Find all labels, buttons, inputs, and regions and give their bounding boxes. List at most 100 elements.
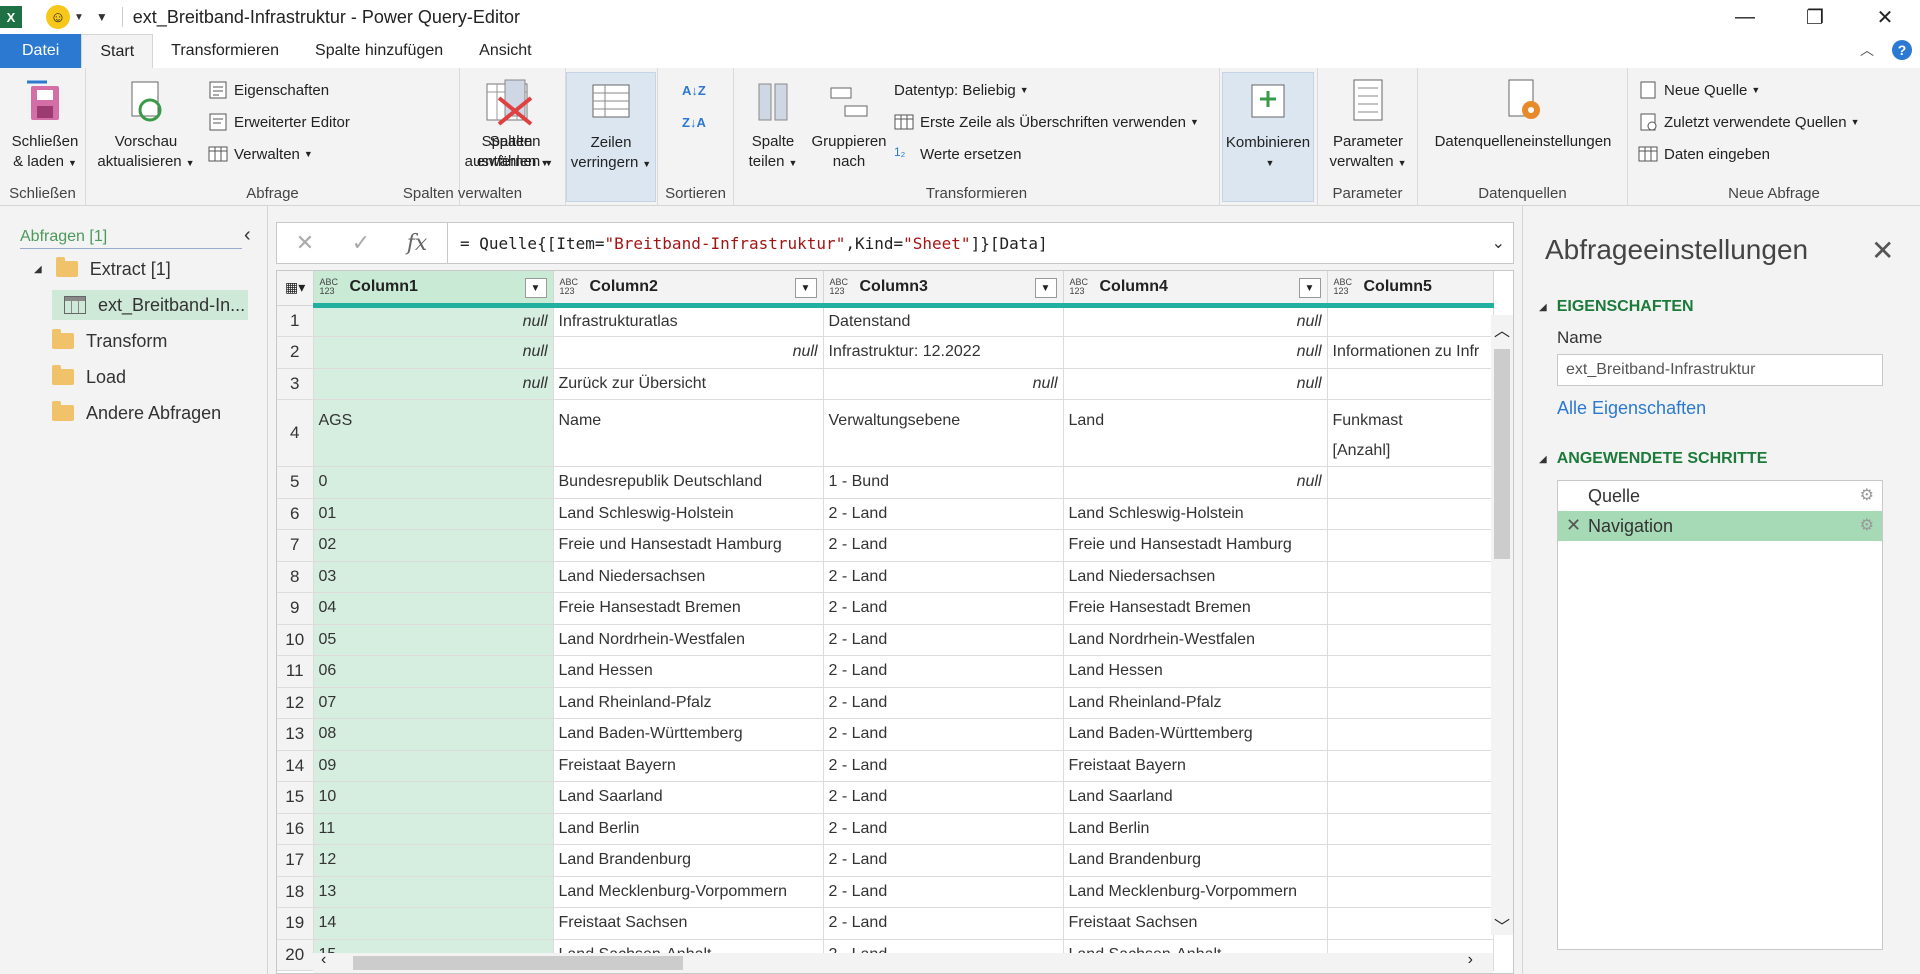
close-button[interactable]: ✕ <box>1850 0 1920 34</box>
properties-button[interactable]: Eigenschaften <box>208 78 329 102</box>
table-cell[interactable]: Land Hessen <box>553 655 824 688</box>
table-cell[interactable]: 01 <box>313 498 554 530</box>
type-any-icon[interactable]: ABC 123 <box>1070 278 1089 296</box>
row-number[interactable]: 12 <box>277 687 314 719</box>
datatype-dropdown[interactable]: Datentyp: Beliebig ▼ <box>894 78 1029 102</box>
row-number[interactable]: 4 <box>277 399 314 467</box>
manage-button[interactable]: Verwalten ▼ <box>208 142 313 166</box>
type-any-icon[interactable]: ABC 123 <box>830 278 849 296</box>
all-properties-link[interactable]: Alle Eigenschaften <box>1557 398 1706 419</box>
step-quelle[interactable]: Quelle ⚙ <box>1558 481 1882 511</box>
combine-button[interactable]: Kombinieren ▼ <box>1222 72 1314 202</box>
table-cell[interactable]: 2 - Land <box>823 907 1064 940</box>
table-cell[interactable]: Bundesrepublik Deutschland <box>553 466 824 499</box>
table-cell[interactable]: Land Mecklenburg-Vorpommern <box>553 876 824 908</box>
table-cell[interactable]: 06 <box>313 655 554 688</box>
query-item-ext-breitband[interactable]: ext_Breitband-In... <box>52 290 248 320</box>
scroll-thumb[interactable] <box>1494 349 1510 559</box>
close-pane-icon[interactable]: ✕ <box>1871 234 1894 267</box>
table-cell[interactable] <box>1327 813 1494 845</box>
table-cell[interactable] <box>1327 687 1494 719</box>
table-cell[interactable]: null <box>1063 336 1328 369</box>
table-cell[interactable]: Infrastruktur: 12.2022 <box>823 336 1064 369</box>
table-cell[interactable] <box>1327 718 1494 751</box>
table-cell[interactable]: 13 <box>313 876 554 908</box>
scroll-down-icon[interactable]: ﹀ <box>1491 913 1513 937</box>
row-number[interactable]: 3 <box>277 368 314 400</box>
query-group-extract[interactable]: ◢ Extract [1] <box>34 254 171 284</box>
table-cell[interactable]: Land Hessen <box>1063 655 1328 688</box>
table-cell[interactable]: 07 <box>313 687 554 719</box>
tab-file[interactable]: Datei <box>0 34 82 68</box>
table-cell[interactable]: 04 <box>313 592 554 625</box>
row-number[interactable]: 15 <box>277 781 314 814</box>
table-cell[interactable]: 14 <box>313 907 554 940</box>
table-cell[interactable]: null <box>553 336 824 369</box>
collapse-pane-icon[interactable]: ‹ <box>244 224 251 247</box>
group-by-button[interactable]: Gruppieren nach <box>804 76 894 172</box>
properties-section[interactable]: ◢ EIGENSCHAFTEN <box>1539 298 1694 316</box>
query-group-load[interactable]: Load <box>52 362 126 392</box>
formula-input[interactable]: = Quelle{[Item= "Breitband-Infrastruktur"… <box>447 223 1483 263</box>
table-cell[interactable] <box>1327 592 1494 625</box>
table-cell[interactable]: Freistaat Sachsen <box>1063 907 1328 940</box>
table-cell[interactable] <box>1327 624 1494 656</box>
table-cell[interactable]: Land Niedersachsen <box>553 561 824 593</box>
table-cell[interactable]: Land Baden-Württemberg <box>553 718 824 751</box>
table-cell[interactable]: Land Saarland <box>1063 781 1328 814</box>
table-menu-button[interactable]: ▦▾ <box>277 271 314 306</box>
row-number[interactable]: 2 <box>277 336 314 369</box>
row-number[interactable]: 1 <box>277 305 314 337</box>
table-cell[interactable]: 2 - Land <box>823 781 1064 814</box>
type-any-icon[interactable]: ABC 123 <box>320 278 339 296</box>
table-cell[interactable]: Freistaat Bayern <box>1063 750 1328 782</box>
filter-dropdown-icon[interactable]: ▼ <box>794 278 817 298</box>
table-cell[interactable]: Freie und Hansestadt Hamburg <box>553 529 824 562</box>
table-cell[interactable]: Name <box>553 399 824 467</box>
fx-icon[interactable]: fx <box>389 223 445 263</box>
expand-triangle-icon[interactable]: ◢ <box>34 264 42 275</box>
table-cell[interactable]: 2 - Land <box>823 655 1064 688</box>
first-row-headers-button[interactable]: Erste Zeile als Überschriften verwenden ▼ <box>894 110 1199 134</box>
table-cell[interactable]: Zurück zur Übersicht <box>553 368 824 400</box>
table-cell[interactable]: 2 - Land <box>823 624 1064 656</box>
table-cell[interactable]: Freie Hansestadt Bremen <box>1063 592 1328 625</box>
row-number[interactable]: 14 <box>277 750 314 782</box>
table-cell[interactable]: Funkmast [Anzahl] <box>1327 399 1494 467</box>
table-cell[interactable]: 2 - Land <box>823 844 1064 877</box>
filter-dropdown-icon[interactable]: ▼ <box>1298 278 1321 298</box>
column-header-5[interactable]: ABC 123 Column5 <box>1327 271 1494 308</box>
row-number[interactable]: 19 <box>277 907 314 940</box>
table-cell[interactable]: 2 - Land <box>823 529 1064 562</box>
delete-step-icon[interactable]: ✕ <box>1566 515 1581 536</box>
table-cell[interactable]: 10 <box>313 781 554 814</box>
table-cell[interactable]: 2 - Land <box>823 813 1064 845</box>
row-number[interactable]: 8 <box>277 561 314 593</box>
table-cell[interactable]: Land Rheinland-Pfalz <box>1063 687 1328 719</box>
table-cell[interactable]: Freie Hansestadt Bremen <box>553 592 824 625</box>
sort-descending-button[interactable]: Z↓A <box>682 110 706 134</box>
query-group-other[interactable]: Andere Abfragen <box>52 398 221 428</box>
table-cell[interactable]: Land Schleswig-Holstein <box>1063 498 1328 530</box>
table-cell[interactable]: Land Berlin <box>553 813 824 845</box>
table-cell[interactable]: null <box>1063 368 1328 400</box>
minimize-button[interactable]: — <box>1710 0 1780 34</box>
reduce-rows-button[interactable]: Zeilen verringern ▼ <box>566 72 656 202</box>
cancel-formula-icon[interactable]: ✕ <box>277 223 333 263</box>
query-group-transform[interactable]: Transform <box>52 326 167 356</box>
table-cell[interactable]: Land Berlin <box>1063 813 1328 845</box>
type-any-icon[interactable]: ABC 123 <box>560 278 579 296</box>
restore-button[interactable]: ❐ <box>1780 0 1850 34</box>
remove-columns-button[interactable]: Spalten entfernen ▼ <box>470 76 560 173</box>
scroll-right-icon[interactable]: › <box>1468 951 1473 969</box>
applied-steps-section[interactable]: ◢ ANGEWENDETE SCHRITTE <box>1539 450 1767 468</box>
row-number[interactable]: 9 <box>277 592 314 625</box>
customize-toolbar-icon[interactable]: ▼ <box>96 10 108 24</box>
table-cell[interactable]: 0 <box>313 466 554 499</box>
help-icon[interactable]: ? <box>1892 40 1912 60</box>
table-cell[interactable]: Land Brandenburg <box>553 844 824 877</box>
table-cell[interactable]: 09 <box>313 750 554 782</box>
advanced-editor-button[interactable]: Erweiterter Editor <box>208 110 350 134</box>
row-number[interactable]: 7 <box>277 529 314 562</box>
row-number[interactable]: 10 <box>277 624 314 656</box>
